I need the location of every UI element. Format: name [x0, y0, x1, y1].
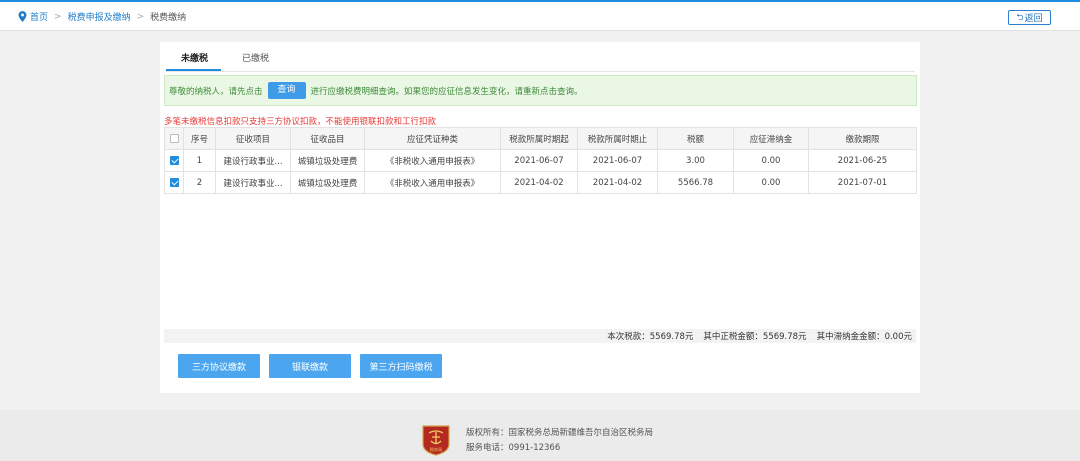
breadcrumb: 首页 > 税费申报及缴纳 > 税费缴纳 [18, 10, 186, 23]
breadcrumb-home[interactable]: 首页 [30, 10, 48, 23]
table-cell: 《非税收入通用申报表》 [364, 171, 501, 194]
third-party-qr-pay-button[interactable]: 第三方扫码缴税 [360, 354, 442, 378]
table-cell: 城镇垃圾处理费 [290, 149, 365, 172]
row-select-cell [164, 171, 184, 194]
row-checkbox[interactable] [169, 155, 179, 165]
column-header: 征收品目 [290, 127, 365, 150]
back-button[interactable]: ⮌ 返回 [1008, 10, 1051, 25]
back-button-label: 返回 [1024, 14, 1043, 24]
table-cell: 5566.78 [657, 171, 734, 194]
table-cell: 1 [183, 149, 216, 172]
breadcrumb-tax-declaration[interactable]: 税费申报及缴纳 [68, 10, 131, 23]
column-header: 缴款期限 [808, 127, 917, 150]
summary-penalty: 其中滞纳金金额：0.00元 [816, 332, 912, 342]
column-header: 征收项目 [215, 127, 291, 150]
unpaid-tax-table: 序号 征收项目 征收品目 应征凭证种类 税款所属时期起 税款所属时期止 税额 应… [164, 127, 917, 194]
location-pin-icon [18, 11, 27, 22]
unionpay-pay-button[interactable]: 银联缴款 [269, 354, 351, 378]
active-tab-indicator [166, 69, 221, 71]
summary-tax: 其中正税金额：5569.78元 [703, 332, 807, 342]
tax-bureau-emblem-icon: 税务局 [422, 425, 450, 456]
footer: 税务局 版权所有：国家税务总局新疆维吾尔自治区税务局 服务电话：0991-123… [0, 410, 1080, 461]
footer-phone: 服务电话：0991-12366 [466, 443, 561, 453]
select-all-cell [164, 127, 184, 150]
table-cell: 3.00 [657, 149, 734, 172]
table-cell: 2021-07-01 [808, 171, 917, 194]
column-header: 税额 [657, 127, 734, 150]
main-panel: 未缴税 已缴税 尊敬的纳税人，请先点击 查询 进行应缴税费明细查询。如果您的应征… [160, 42, 920, 393]
return-arrow-icon: ⮌ [1016, 12, 1024, 23]
notice-prefix: 尊敬的纳税人，请先点击 [169, 86, 263, 97]
summary-total: 本次税款：5569.78元 [607, 332, 694, 342]
table-row[interactable]: 2 建设行政事业... 城镇垃圾处理费 《非税收入通用申报表》 2021-04-… [164, 171, 917, 194]
table-header-row: 序号 征收项目 征收品目 应征凭证种类 税款所属时期起 税款所属时期止 税额 应… [164, 127, 917, 150]
chevron-right-icon: > [136, 11, 145, 22]
row-checkbox[interactable] [169, 177, 179, 187]
emblem-text: 税务局 [430, 446, 443, 453]
column-header: 税款所属时期起 [500, 127, 578, 150]
table-cell: 建设行政事业... [215, 171, 291, 194]
table-cell: 0.00 [733, 149, 809, 172]
query-button[interactable]: 查询 [267, 82, 306, 99]
tab-paid[interactable]: 已缴税 [242, 51, 269, 64]
table-cell: 2021-06-07 [500, 149, 578, 172]
top-bar: 首页 > 税费申报及缴纳 > 税费缴纳 ⮌ 返回 [0, 0, 1080, 31]
column-header: 应征滞纳金 [733, 127, 809, 150]
action-buttons: 三方协议缴款 银联缴款 第三方扫码缴税 [178, 354, 451, 378]
table-cell: 2 [183, 171, 216, 194]
column-header: 序号 [183, 127, 216, 150]
table-cell: 建设行政事业... [215, 149, 291, 172]
table-row[interactable]: 1 建设行政事业... 城镇垃圾处理费 《非税收入通用申报表》 2021-06-… [164, 149, 917, 172]
tab-unpaid[interactable]: 未缴税 [181, 51, 208, 64]
info-notice: 尊敬的纳税人，请先点击 查询 进行应缴税费明细查询。如果您的应征信息发生变化，请… [164, 75, 917, 106]
chevron-right-icon: > [54, 11, 62, 22]
warning-text: 多笔未缴税信息扣款只支持三方协议扣款，不能使用银联扣款和工行扣款 [164, 117, 437, 127]
three-party-agreement-pay-button[interactable]: 三方协议缴款 [178, 354, 260, 378]
row-select-cell [164, 149, 184, 172]
table-cell: 0.00 [733, 171, 809, 194]
column-header: 税款所属时期止 [577, 127, 658, 150]
footer-text: 版权所有：国家税务总局新疆维吾尔自治区税务局 服务电话：0991-12366 [466, 426, 653, 456]
table-cell: 2021-06-07 [577, 149, 658, 172]
select-all-checkbox[interactable] [169, 133, 179, 143]
table-cell: 2021-04-02 [500, 171, 578, 194]
footer-copyright: 版权所有：国家税务总局新疆维吾尔自治区税务局 [466, 428, 654, 438]
breadcrumb-current: 税费缴纳 [150, 13, 187, 23]
payment-summary: 本次税款：5569.78元 其中正税金额：5569.78元 其中滞纳金金额：0.… [164, 329, 916, 343]
table-cell: 《非税收入通用申报表》 [364, 149, 501, 172]
table-cell: 2021-04-02 [577, 171, 658, 194]
table-cell: 城镇垃圾处理费 [290, 171, 365, 194]
notice-suffix: 进行应缴税费明细查询。如果您的应征信息发生变化，请重新点击查询。 [310, 86, 583, 97]
tab-bar: 未缴税 已缴税 [165, 42, 915, 72]
table-cell: 2021-06-25 [808, 149, 917, 172]
column-header: 应征凭证种类 [364, 127, 501, 150]
